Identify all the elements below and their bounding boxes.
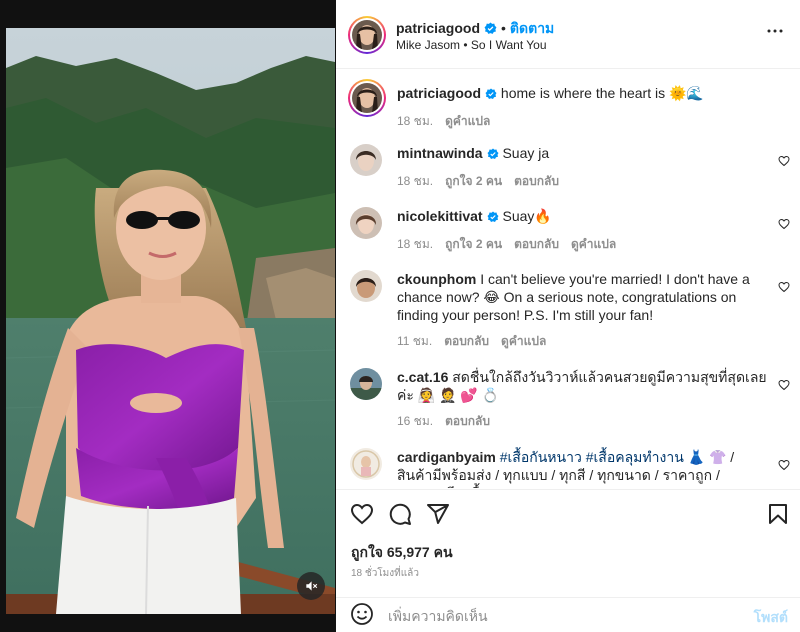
author-avatar-image bbox=[352, 20, 382, 50]
comment-avatar[interactable] bbox=[350, 144, 382, 176]
comment-like-button[interactable] bbox=[778, 154, 790, 172]
post-comment-button[interactable]: โพสต์ bbox=[754, 607, 788, 629]
comment-avatar[interactable] bbox=[350, 270, 382, 302]
heart-outline-icon bbox=[778, 155, 790, 167]
verified-badge-icon bbox=[487, 146, 499, 164]
audio-info[interactable]: Mike Jasom • So I Want You bbox=[396, 38, 547, 52]
comment-time[interactable]: 11 ชม. bbox=[397, 334, 432, 348]
share-icon bbox=[427, 504, 449, 524]
reply-button[interactable]: ตอบกลับ bbox=[444, 334, 489, 348]
post-media[interactable] bbox=[6, 28, 335, 614]
comment-input[interactable] bbox=[388, 606, 728, 626]
comment-like-button[interactable] bbox=[778, 217, 790, 235]
heart-icon bbox=[350, 503, 374, 525]
comment-avatar[interactable] bbox=[350, 448, 382, 480]
caption-emoji: 🌞🌊 bbox=[669, 85, 704, 101]
reply-button[interactable]: ตอบกลับ bbox=[445, 414, 490, 428]
audio-artist: Mike Jasom bbox=[396, 38, 461, 52]
comments-list[interactable]: patriciagood home is where the heart is … bbox=[336, 70, 800, 488]
post-header: patriciagood • ติดตาม Mike Jasom • So I Wa… bbox=[336, 0, 800, 69]
comment-username[interactable]: cardiganbyaim bbox=[397, 449, 496, 465]
comment-item: ckounphom I can't believe you're married… bbox=[350, 270, 790, 360]
separator-dot: • bbox=[501, 20, 506, 36]
heart-outline-icon bbox=[778, 459, 790, 471]
comment-likes[interactable]: ถูกใจ 2 คน bbox=[445, 237, 502, 251]
comment-avatar[interactable] bbox=[350, 207, 382, 239]
more-horizontal-icon bbox=[767, 29, 783, 33]
comment-avatar[interactable] bbox=[350, 368, 382, 400]
comment-username[interactable]: nicolekittivat bbox=[397, 208, 483, 224]
comment-button[interactable] bbox=[388, 502, 412, 531]
share-button[interactable] bbox=[426, 502, 450, 531]
comment-text: Suay ja bbox=[502, 145, 550, 161]
post-actions: ถูกใจ 65,977 คน 18 ชั่วโมงที่แล้ว โพสต์ bbox=[336, 489, 800, 632]
heart-outline-icon bbox=[778, 281, 790, 293]
author-username[interactable]: patriciagood bbox=[396, 20, 480, 36]
comment-item: mintnawinda Suay ja 18 ชม. ถูกใจ 2 คน ตอบก… bbox=[350, 144, 790, 194]
comment-username[interactable]: c.cat.16 bbox=[397, 369, 448, 385]
comment-username[interactable]: mintnawinda bbox=[397, 145, 483, 161]
translate-link[interactable]: ดูคำแปล bbox=[501, 334, 546, 348]
comment-item: c.cat.16 สดชื่นใกล้ถึงวันวิวาห์แล้วคนสวย… bbox=[350, 368, 790, 438]
muted-speaker-icon bbox=[306, 581, 318, 591]
save-button[interactable] bbox=[766, 502, 790, 531]
hashtag-link[interactable]: #เสื้อกันหนาว bbox=[500, 449, 582, 465]
comment-icon bbox=[389, 503, 411, 525]
comment-time[interactable]: 18 ชม. bbox=[397, 174, 433, 188]
caption-username[interactable]: patriciagood bbox=[397, 85, 481, 101]
caption-translate-link[interactable]: ดูคำแปล bbox=[445, 114, 490, 128]
comment-time[interactable]: 18 ชม. bbox=[397, 237, 433, 251]
follow-button[interactable]: ติดตาม bbox=[510, 20, 554, 36]
reply-button[interactable]: ตอบกลับ bbox=[514, 174, 559, 188]
caption-time[interactable]: 18 ชม. bbox=[397, 114, 433, 128]
comment-composer: โพสต์ bbox=[336, 597, 800, 632]
translate-link[interactable]: ดูคำแปล bbox=[571, 237, 616, 251]
bookmark-icon bbox=[769, 504, 787, 524]
mute-button[interactable] bbox=[297, 572, 325, 600]
emoji-icon bbox=[351, 603, 373, 625]
verified-badge-icon bbox=[487, 209, 499, 227]
verified-badge-icon bbox=[485, 86, 497, 104]
comment-time[interactable]: 16 ชม. bbox=[397, 414, 433, 428]
caption-avatar[interactable] bbox=[348, 79, 386, 117]
post-time[interactable]: 18 ชั่วโมงที่แล้ว bbox=[351, 566, 419, 581]
comment-likes[interactable]: ถูกใจ 2 คน bbox=[445, 174, 502, 188]
heart-outline-icon bbox=[778, 218, 790, 230]
comment-like-button[interactable] bbox=[778, 280, 790, 298]
like-button[interactable] bbox=[350, 502, 374, 531]
caption-text: home is where the heart is bbox=[500, 85, 666, 101]
post-photo bbox=[6, 28, 335, 614]
comment-username[interactable]: ckounphom bbox=[397, 271, 476, 287]
audio-separator: • bbox=[463, 38, 468, 52]
audio-song: So I Want You bbox=[470, 38, 547, 52]
comment-text: Suay🔥 bbox=[502, 208, 552, 224]
likes-count[interactable]: ถูกใจ 65,977 คน bbox=[351, 542, 453, 564]
emoji-button[interactable] bbox=[350, 602, 374, 631]
comment-text: สดชื่นใกล้ถึงวันวิวาห์แล้วคนสวยดูมีความส… bbox=[397, 369, 767, 403]
heart-outline-icon bbox=[778, 379, 790, 391]
reply-button[interactable]: ตอบกลับ bbox=[514, 237, 559, 251]
caption-avatar-image bbox=[352, 83, 382, 113]
comment-like-button[interactable] bbox=[778, 458, 790, 476]
comment-item: nicolekittivat Suay🔥 18 ชม. ถูกใจ 2 คน ตอบ… bbox=[350, 207, 790, 257]
caption: patriciagood home is where the heart is … bbox=[348, 79, 790, 131]
post-detail-panel: patriciagood • ติดตาม Mike Jasom • So I Wa… bbox=[336, 0, 800, 632]
comment-like-button[interactable] bbox=[778, 378, 790, 396]
author-avatar[interactable] bbox=[348, 16, 386, 54]
hashtag-link[interactable]: #เสื้อคลุมทำงาน bbox=[586, 449, 684, 465]
more-options-button[interactable] bbox=[766, 22, 784, 45]
comment-item: cardiganbyaim #เสื้อกันหนาว #เสื้อคลุมทำ… bbox=[350, 448, 790, 488]
